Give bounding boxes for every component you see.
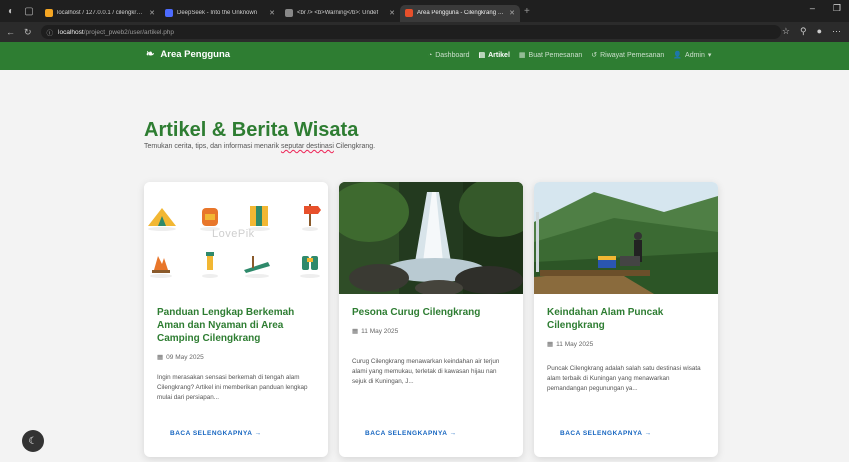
card-excerpt: Ingin merasakan sensasi berkemah di teng…	[157, 374, 308, 401]
card-title[interactable]: Keindahan Alam Puncak Cilengkrang	[547, 306, 705, 332]
nav-label: Admin	[685, 51, 705, 59]
subtitle-text: seputar destinasi	[280, 143, 334, 150]
page-title: Artikel & Berita Wisata	[144, 119, 359, 141]
star-icon[interactable]: ☆	[782, 26, 790, 37]
nav-label: Artikel	[488, 51, 510, 59]
url-host: localhost	[58, 28, 84, 36]
card-excerpt: Curug Cilengkrang menawarkan keindahan a…	[352, 358, 500, 385]
watermark-logo: LovePik	[212, 228, 255, 240]
browser-menu-icon[interactable]: ◐	[4, 4, 18, 18]
caret-down-icon: ▾	[707, 52, 712, 59]
new-tab-button[interactable]: +	[524, 6, 530, 17]
newspaper-icon: ▤	[478, 52, 486, 59]
tachometer-icon: ◔	[428, 51, 433, 59]
nav-label: Buat Pemesanan	[528, 51, 583, 59]
calendar-plus-icon: ▦	[518, 52, 526, 59]
brand-link[interactable]: ❧ Area Pengguna	[146, 49, 230, 60]
address-bar: ← ↻ ⓘ localhost /project_pweb2/user/arti…	[0, 22, 849, 42]
window-controls: – ❐	[810, 3, 841, 14]
minimize-icon[interactable]: –	[810, 3, 815, 14]
browser-tab-1[interactable]: localhost / 127.0.0.1 / cilengkrang ✕	[40, 5, 160, 22]
card-date: ▦ 11 May 2025	[547, 340, 705, 349]
card-excerpt: Puncak Cilengkrang adalah salah satu des…	[547, 365, 701, 392]
user-cog-icon: 👤	[673, 52, 683, 59]
page-subtitle: Temukan cerita, tips, dan informasi mena…	[144, 143, 375, 150]
tab-actions-icon[interactable]: ▢	[22, 4, 36, 18]
site-navbar: ❧ Area Pengguna ◔ Dashboard ▤ Artikel ▦ …	[0, 42, 849, 70]
nav-item-riwayat-pemesanan[interactable]: ↺ Riwayat Pemesanan	[591, 51, 665, 60]
tab-title: <br /> <b>Warning</b>: Undef	[297, 10, 379, 16]
browser-tab-2[interactable]: DeepSeek - Into the Unknown ✕	[160, 5, 280, 22]
url-input[interactable]: ⓘ localhost /project_pweb2/user/artikel.…	[40, 25, 781, 39]
nav-item-artikel[interactable]: ▤ Artikel	[478, 51, 510, 60]
maximize-icon[interactable]: ❐	[833, 3, 841, 14]
calendar-icon: ▦	[352, 328, 359, 335]
deepseek-favicon-icon	[165, 9, 173, 17]
tab-title: DeepSeek - Into the Unknown	[177, 10, 258, 16]
browser-tab-bar: ◐ ▢ localhost / 127.0.0.1 / cilengkrang …	[0, 0, 849, 22]
card-date: ▦ 11 May 2025	[352, 327, 510, 336]
browser-tab-4[interactable]: Area Pengguna - Cilengkrang Wis ✕	[400, 4, 520, 22]
article-card[interactable]: LovePik Panduan Lengkap Berkemah Aman da…	[144, 182, 328, 457]
read-more-link[interactable]: BACA SELENGKAPNYA →	[170, 430, 261, 437]
calendar-icon: ▦	[547, 341, 554, 348]
mountain-photo	[534, 182, 718, 294]
card-date-text: 11 May 2025	[361, 327, 399, 335]
nav-menu: ◔ Dashboard ▤ Artikel ▦ Buat Pemesanan ↺…	[428, 51, 714, 60]
more-icon[interactable]: ⋯	[832, 26, 841, 37]
nav-label: Riwayat Pemesanan	[600, 51, 665, 59]
tab-title: Area Pengguna - Cilengkrang Wis	[417, 10, 506, 16]
url-path: /project_pweb2/user/artikel.php	[83, 28, 175, 36]
read-more-link[interactable]: BACA SELENGKAPNYA →	[560, 430, 651, 437]
calendar-icon: ▦	[157, 354, 164, 361]
info-icon[interactable]: ⓘ	[47, 27, 54, 37]
address-bar-actions: ☆ ⚲ ● ⋯	[782, 26, 841, 37]
waterfall-photo	[339, 182, 523, 294]
nav-label: Dashboard	[435, 51, 470, 59]
card-date: ▦ 09 May 2025	[157, 353, 315, 362]
card-title[interactable]: Panduan Lengkap Berkemah Aman dan Nyaman…	[157, 306, 315, 345]
phpmyadmin-favicon-icon	[45, 9, 53, 17]
reload-icon[interactable]: ↻	[24, 27, 32, 38]
card-date-text: 09 May 2025	[166, 353, 204, 361]
waterfall-image	[339, 182, 523, 294]
nav-item-admin-dropdown[interactable]: 👤 Admin ▾	[673, 51, 714, 60]
close-icon[interactable]: ✕	[269, 9, 275, 17]
subtitle-text: Cilengkrang.	[333, 143, 376, 150]
nav-item-dashboard[interactable]: ◔ Dashboard	[428, 51, 469, 59]
card-title[interactable]: Pesona Curug Cilengkrang	[352, 306, 510, 319]
card-date-text: 11 May 2025	[556, 340, 594, 348]
profile-icon[interactable]: ●	[817, 26, 822, 37]
brand-label: Area Pengguna	[160, 49, 231, 60]
nav-item-buat-pemesanan[interactable]: ▦ Buat Pemesanan	[518, 51, 583, 60]
close-icon[interactable]: ✕	[509, 9, 515, 17]
moon-icon: ☾	[28, 435, 38, 447]
article-card[interactable]: Keindahan Alam Puncak Cilengkrang ▦ 11 M…	[534, 182, 718, 457]
extensions-icon[interactable]: ⚲	[800, 26, 807, 37]
leaf-icon: ❧	[146, 49, 155, 60]
page-favicon-icon	[405, 9, 413, 17]
close-icon[interactable]: ✕	[389, 9, 395, 17]
tab-title: localhost / 127.0.0.1 / cilengkrang	[57, 10, 146, 16]
camping-illustration: LovePik	[144, 182, 328, 294]
history-icon: ↺	[591, 52, 598, 59]
close-icon[interactable]: ✕	[149, 9, 155, 17]
article-card[interactable]: Pesona Curug Cilengkrang ▦ 11 May 2025 C…	[339, 182, 523, 457]
page-favicon-icon	[285, 9, 293, 17]
back-icon[interactable]: ←	[6, 27, 15, 37]
dark-mode-toggle[interactable]: ☾	[22, 430, 44, 452]
read-more-link[interactable]: BACA SELENGKAPNYA →	[365, 430, 456, 437]
mountain-view-image	[534, 182, 718, 294]
subtitle-text: Temukan cerita, tips, dan informasi mena…	[144, 143, 281, 150]
browser-tab-3[interactable]: <br /> <b>Warning</b>: Undef ✕	[280, 5, 400, 22]
